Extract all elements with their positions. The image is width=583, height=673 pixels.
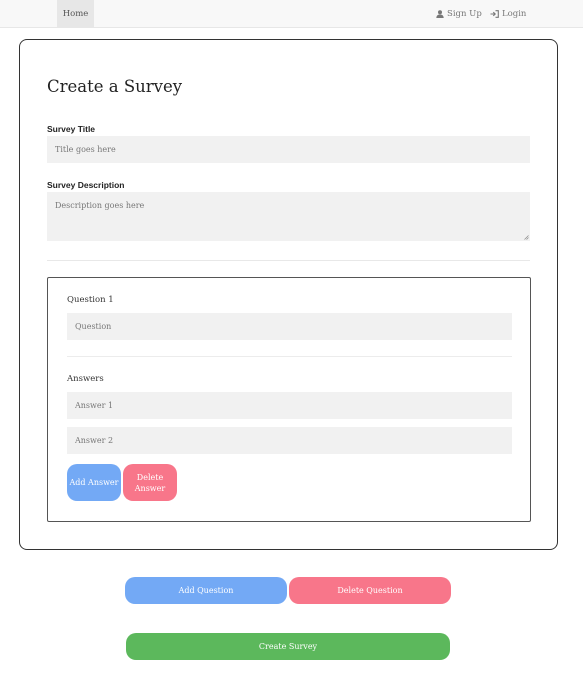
navbar: Home Sign Up Login [0, 0, 583, 28]
nav-login-link[interactable]: Login [490, 0, 526, 28]
nav-home-link[interactable]: Home [57, 0, 94, 28]
add-question-button[interactable]: Add Question [125, 577, 287, 604]
question-label: Question 1 [67, 295, 114, 305]
question-input[interactable] [67, 313, 512, 340]
create-survey-button[interactable]: Create Survey [126, 633, 450, 660]
resize-grip-icon[interactable] [524, 235, 529, 240]
question-divider [67, 356, 512, 357]
nav-home-label: Home [62, 9, 89, 19]
page-title: Create a Survey [47, 77, 183, 96]
nav-signup-link[interactable]: Sign Up [436, 0, 482, 28]
nav-login-label: Login [502, 9, 527, 19]
survey-title-label: Survey Title [47, 124, 96, 134]
login-icon [490, 10, 499, 18]
answer-1-input[interactable] [67, 392, 512, 419]
user-icon [436, 10, 444, 18]
answer-2-input[interactable] [67, 427, 512, 454]
delete-question-button[interactable]: Delete Question [289, 577, 451, 604]
survey-title-input[interactable] [47, 136, 530, 163]
survey-description-input[interactable] [47, 192, 530, 241]
nav-signup-label: Sign Up [447, 9, 482, 19]
add-answer-button[interactable]: Add Answer [67, 464, 121, 501]
answers-label: Answers [67, 374, 104, 384]
survey-form-card: Create a Survey Survey Title Survey Desc… [19, 39, 558, 550]
delete-answer-button[interactable]: Delete Answer [123, 464, 177, 501]
survey-description-label: Survey Description [47, 180, 125, 190]
question-block: Question 1 Answers Add Answer Delete Ans… [47, 277, 531, 522]
section-divider [47, 260, 530, 261]
